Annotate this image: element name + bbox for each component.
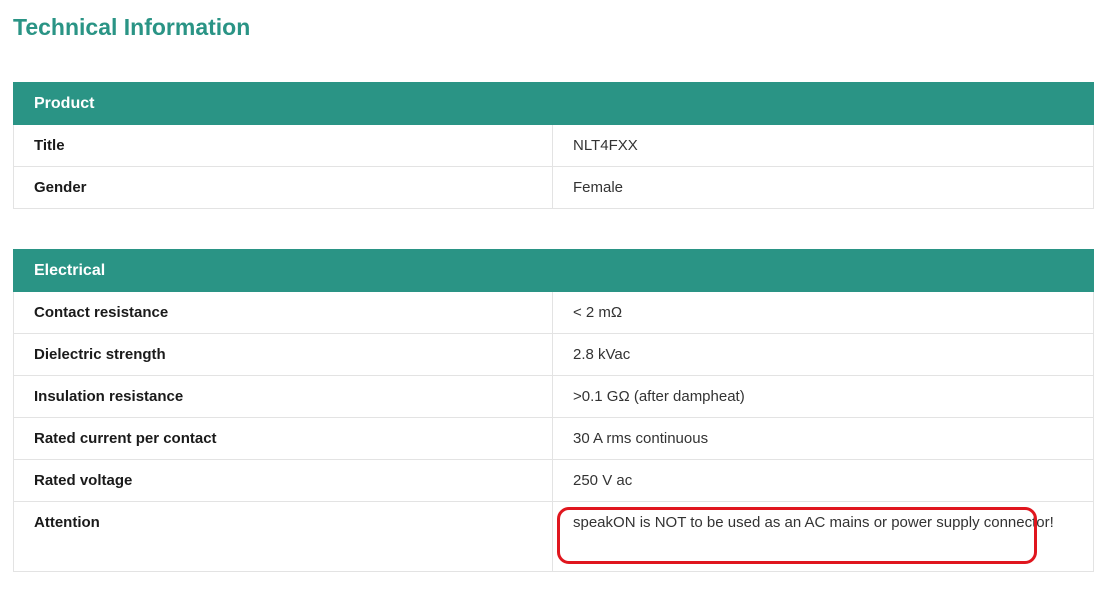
row-value: 250 V ac [552,459,1094,502]
row-value: 2.8 kVac [552,333,1094,376]
product-table: Product Title NLT4FXX Gender Female [12,82,1095,209]
row-value: < 2 mΩ [552,291,1094,334]
table-row: Insulation resistance >0.1 GΩ (after dam… [13,375,1094,418]
row-value: >0.1 GΩ (after dampheat) [552,375,1094,418]
electrical-table: Electrical Contact resistance < 2 mΩ Die… [13,249,1094,572]
product-section-header: Product [12,82,1095,125]
row-value: 30 A rms continuous [552,417,1094,460]
row-label: Dielectric strength [13,333,553,376]
table-row: Rated voltage 250 V ac [13,459,1094,502]
row-label: Rated current per contact [13,417,553,460]
row-label: Attention [13,501,553,572]
row-label: Rated voltage [13,459,553,502]
page-title: Technical Information [13,14,251,40]
electrical-section-header: Electrical [13,249,1094,292]
table-row: Rated current per contact 30 A rms conti… [13,417,1094,460]
row-label: Contact resistance [13,291,553,334]
table-row: Gender Female [13,166,1095,209]
row-label: Title [13,124,553,167]
row-value: NLT4FXX [551,124,1095,167]
row-value: Female [551,166,1095,209]
table-row: Dielectric strength 2.8 kVac [13,333,1094,376]
row-label: Gender [13,166,553,209]
table-row: Attention speakON is NOT to be used as a… [13,501,1094,572]
table-row: Title NLT4FXX [13,124,1095,167]
table-row: Contact resistance < 2 mΩ [13,291,1094,334]
row-label: Insulation resistance [13,375,553,418]
attention-warning-text: speakON is NOT to be used as an AC mains… [552,501,1094,572]
